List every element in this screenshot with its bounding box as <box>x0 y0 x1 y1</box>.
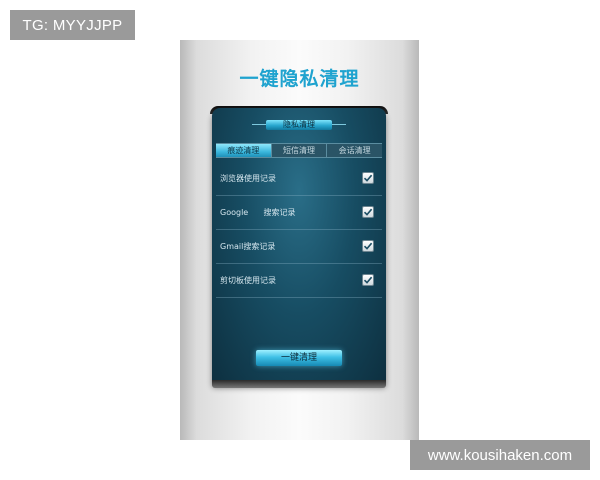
list-item-label: 剪切板使用记录 <box>220 276 276 285</box>
panel-base <box>212 380 386 388</box>
panel-title-divider-right <box>332 124 346 125</box>
checkmark-icon <box>363 242 373 250</box>
tab-bar: 痕迹清理 短信清理 会话清理 <box>216 143 382 158</box>
gmail-search-checkbox[interactable] <box>362 240 374 252</box>
privacy-panel: 隐私清理 痕迹清理 短信清理 会话清理 浏览器使用记录 Google 搜索记录 … <box>212 108 386 384</box>
list-item-clipboard-history[interactable]: 剪切板使用记录 <box>216 264 382 298</box>
tab-sms-clean[interactable]: 短信清理 <box>272 144 328 157</box>
checkmark-icon <box>363 276 373 284</box>
phone-screen: 一键隐私清理 隐私清理 痕迹清理 短信清理 会话清理 浏览器使用记录 Googl… <box>180 40 419 440</box>
tab-session-clean[interactable]: 会话清理 <box>327 144 382 157</box>
panel-title-divider-left <box>252 124 266 125</box>
checkmark-icon <box>363 174 373 182</box>
list-item-gmail-search[interactable]: Gmail搜索记录 <box>216 230 382 264</box>
app-title: 一键隐私清理 <box>239 68 360 90</box>
site-watermark: www.kousihaken.com <box>410 440 590 470</box>
list-item-label: Google 搜索记录 <box>220 208 296 217</box>
clipboard-history-checkbox[interactable] <box>362 274 374 286</box>
checkmark-icon <box>363 208 373 216</box>
tab-trace-clean[interactable]: 痕迹清理 <box>216 144 272 157</box>
one-click-clean-button[interactable]: 一键清理 <box>256 350 342 366</box>
panel-title: 隐私清理 <box>266 120 332 130</box>
tg-tag: TG: MYYJJPP <box>10 10 135 40</box>
list-item-browser-history[interactable]: 浏览器使用记录 <box>216 162 382 196</box>
list-item-google-search[interactable]: Google 搜索记录 <box>216 196 382 230</box>
list-item-label: 浏览器使用记录 <box>220 174 276 183</box>
google-search-checkbox[interactable] <box>362 206 374 218</box>
list-item-label: Gmail搜索记录 <box>220 242 276 251</box>
browser-history-checkbox[interactable] <box>362 172 374 184</box>
